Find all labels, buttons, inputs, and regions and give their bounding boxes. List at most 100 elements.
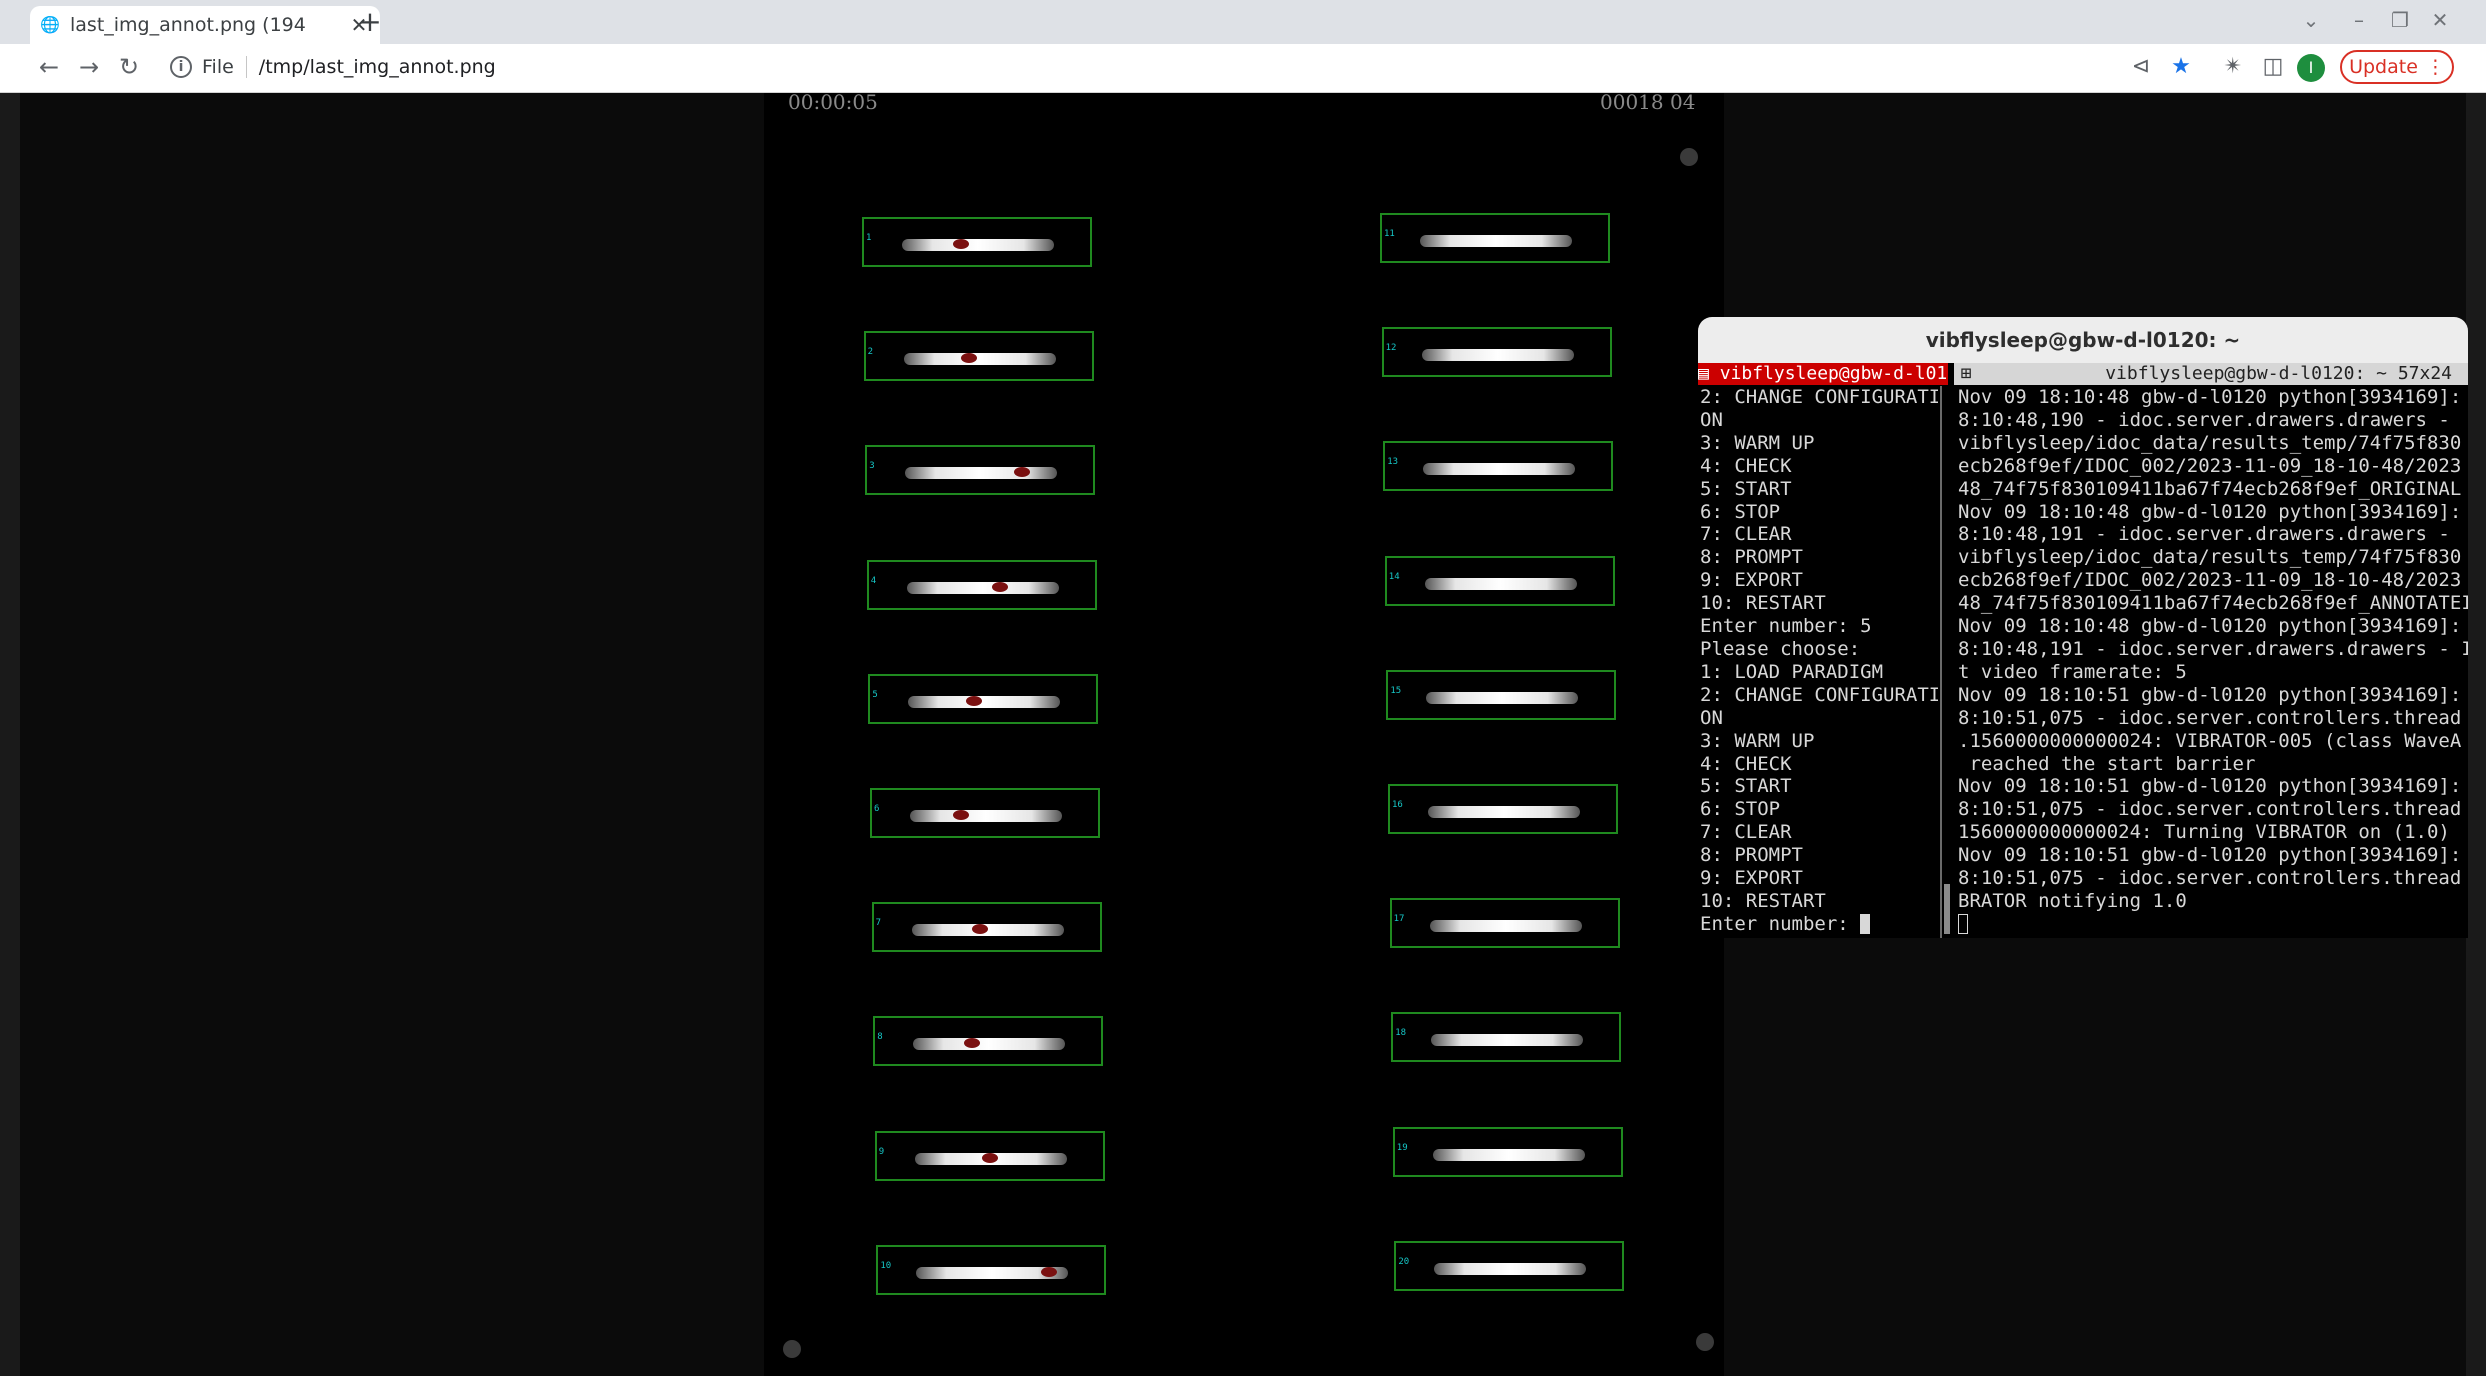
left-well: 8 — [873, 1016, 1104, 1067]
right-well: 16 — [1388, 784, 1618, 834]
back-arrow-icon[interactable]: ← — [34, 52, 64, 82]
split-pane-icon[interactable]: ⊞ — [1958, 363, 1974, 385]
tube-bar — [902, 239, 1054, 251]
right-well: 12 — [1381, 327, 1612, 378]
corner-marker — [783, 1340, 801, 1358]
well-number: 10 — [880, 1260, 892, 1271]
menu-dots-icon: ⋮ — [2425, 56, 2445, 78]
image-timestamp-right: 00018 04 — [1600, 90, 1696, 114]
left-well: 3 — [865, 445, 1096, 496]
minimize-icon[interactable]: – — [2344, 8, 2374, 32]
well-number: 18 — [1395, 1028, 1407, 1039]
scrollbar-thumb[interactable] — [1944, 884, 1950, 934]
forward-arrow-icon[interactable]: → — [74, 52, 104, 82]
left-well: 1 — [862, 217, 1092, 267]
side-panel-icon[interactable]: ◫ — [2258, 52, 2288, 82]
address-bar[interactable]: i File /tmp/last_img_annot.png — [160, 50, 2160, 84]
well-number: 12 — [1385, 343, 1397, 354]
annotated-image — [764, 93, 1724, 1376]
tube-bar — [910, 810, 1062, 822]
fly-marker — [965, 695, 982, 706]
share-icon[interactable]: ⊲ — [2126, 52, 2156, 82]
terminal-title-bar[interactable]: vibflysleep@gbw-d-l0120: ~ — [1698, 317, 2468, 363]
left-well: 9 — [874, 1130, 1105, 1181]
well-number: 20 — [1398, 1256, 1410, 1267]
right-well: 13 — [1383, 441, 1614, 492]
well-number: 13 — [1387, 457, 1399, 468]
fly-marker — [1040, 1266, 1057, 1277]
tube-bar — [913, 1038, 1066, 1051]
image-timestamp-left: 00:00:05 — [788, 90, 878, 114]
pane-divider[interactable] — [1940, 386, 1954, 938]
bookmark-star-icon[interactable]: ★ — [2166, 52, 2196, 82]
left-well: 10 — [876, 1244, 1107, 1295]
well-number: 3 — [869, 461, 875, 472]
tab-search-icon[interactable]: ⌄ — [2296, 8, 2326, 32]
url-scheme-label: File — [202, 56, 234, 78]
right-well: 18 — [1391, 1012, 1622, 1063]
left-well: 4 — [866, 559, 1097, 610]
tube-bar — [1424, 577, 1577, 590]
new-tab-button[interactable]: + — [352, 6, 388, 38]
tab-last-img-annot[interactable]: 🌐 last_img_annot.png (194 ✕ — [30, 6, 380, 44]
left-well: 2 — [863, 331, 1094, 382]
update-label: Update — [2349, 56, 2418, 78]
well-number: 16 — [1392, 800, 1403, 810]
reload-icon[interactable]: ↻ — [114, 52, 144, 82]
tube-bar — [1429, 920, 1582, 933]
terminal-cursor — [1860, 914, 1871, 935]
well-number: 17 — [1393, 914, 1405, 925]
tube-bar — [1428, 806, 1580, 818]
corner-marker — [1680, 148, 1698, 166]
right-pane-header[interactable]: ⊞ vibflysleep@gbw-d-l0120: ~ 57x24 — [1954, 363, 2468, 385]
well-number: 1 — [866, 233, 872, 243]
well-number: 6 — [874, 804, 880, 814]
right-well: 14 — [1384, 555, 1615, 606]
tab-title: last_img_annot.png (194 — [70, 14, 306, 36]
left-prompt: Enter number: — [1700, 912, 1861, 935]
update-button[interactable]: Update ⋮ — [2340, 50, 2454, 84]
tube-bar — [906, 581, 1059, 594]
restore-icon[interactable]: ❐ — [2385, 8, 2415, 32]
tube-bar — [1420, 235, 1572, 247]
left-well: 6 — [870, 788, 1100, 838]
right-well: 15 — [1386, 669, 1617, 720]
right-terminal-pane[interactable]: Nov 09 18:10:48 gbw-d-l0120 python[39341… — [1958, 386, 2468, 938]
tube-bar — [1434, 1262, 1587, 1275]
info-icon[interactable]: i — [170, 56, 192, 78]
tube-bar — [1421, 349, 1574, 362]
tube-bar — [1431, 1034, 1584, 1047]
fly-marker — [992, 581, 1009, 592]
well-number: 2 — [867, 347, 874, 358]
left-pane-title: vibflysleep@gbw-d-l0120: ~ — [1719, 363, 1948, 384]
well-number: 5 — [872, 689, 878, 700]
url-separator — [245, 56, 247, 78]
url-text[interactable]: /tmp/last_img_annot.png — [259, 56, 496, 78]
corner-marker — [1696, 1333, 1714, 1351]
well-number: 19 — [1396, 1142, 1408, 1153]
left-well: 5 — [868, 673, 1099, 724]
terminal-icon: ▤ — [1698, 363, 1720, 384]
right-well: 11 — [1380, 213, 1610, 263]
well-number: 14 — [1388, 571, 1400, 582]
tube-bar — [903, 353, 1056, 366]
well-number: 7 — [875, 918, 882, 929]
right-pane-title: vibflysleep@gbw-d-l0120: ~ 57x24 — [2105, 363, 2452, 384]
fly-marker — [981, 1152, 998, 1163]
well-number: 15 — [1390, 685, 1402, 696]
left-well: 7 — [871, 902, 1102, 953]
tube-bar — [1423, 463, 1576, 476]
extensions-icon[interactable]: ✴ — [2218, 52, 2248, 82]
tube-bar — [908, 695, 1061, 708]
tube-bar — [905, 467, 1058, 480]
terminal-cursor — [1958, 914, 1968, 935]
close-window-icon[interactable]: ✕ — [2425, 8, 2455, 32]
well-number: 9 — [878, 1146, 885, 1157]
well-number: 4 — [870, 575, 877, 586]
left-terminal-pane[interactable]: 2: CHANGE CONFIGURATI ON 3: WARM UP 4: C… — [1700, 386, 1938, 938]
tube-bar — [1426, 691, 1579, 704]
right-well: 20 — [1394, 1240, 1625, 1291]
left-pane-header[interactable]: ▤ vibflysleep@gbw-d-l0120: ~ — [1698, 363, 1948, 385]
right-well: 17 — [1389, 898, 1620, 949]
profile-avatar[interactable]: I — [2297, 54, 2325, 82]
